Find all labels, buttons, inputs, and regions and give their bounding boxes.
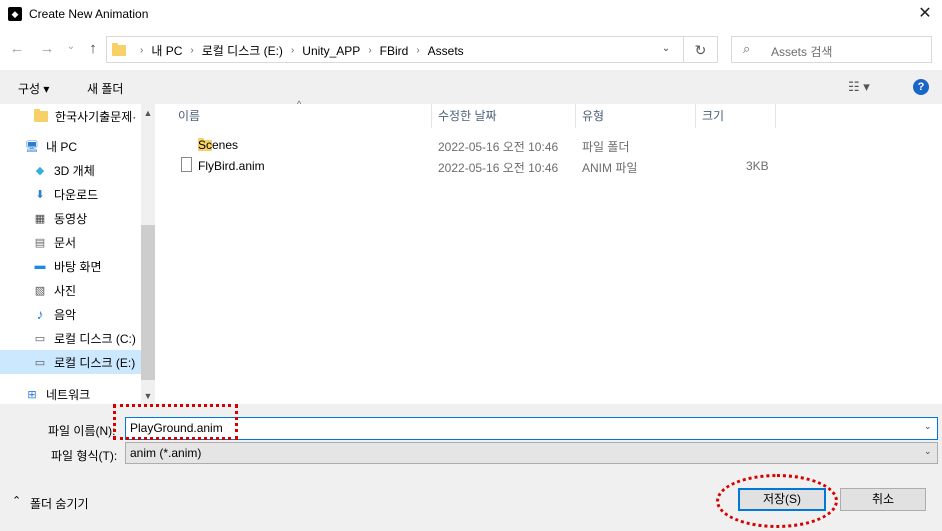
scroll-up-icon[interactable]: ▲	[141, 106, 155, 120]
breadcrumb-item-local-disk-e[interactable]: 로컬 디스크 (E:)	[202, 42, 283, 59]
hide-folders-button[interactable]: 폴더 숨기기	[30, 495, 89, 512]
file-modified: 2022-05-16 오전 10:46	[438, 140, 559, 154]
drive-icon: ▭	[34, 356, 46, 369]
network-icon: ⊞	[27, 388, 37, 401]
sidebar-item-label: 로컬 디스크 (E:)	[54, 355, 136, 370]
folder-icon	[33, 108, 49, 124]
new-folder-button[interactable]: 새 폴더	[87, 80, 123, 97]
sidebar-item-label: 바탕 화면	[54, 259, 102, 274]
cube-icon: ◆	[35, 164, 45, 177]
sidebar-item-3d-objects[interactable]: ◆ 3D 개체	[0, 158, 141, 182]
breadcrumb-separator: ›	[290, 45, 295, 56]
sidebar-item-quick-folder[interactable]: 한국사기출문제·	[0, 104, 141, 128]
recent-locations-chevron-icon[interactable]: ⌄	[62, 38, 80, 56]
file-type: ANIM 파일	[582, 161, 638, 175]
window-title: Create New Animation	[29, 7, 149, 21]
breadcrumb-item-unity-app[interactable]: Unity_APP	[302, 44, 360, 58]
drive-icon: ▭	[34, 332, 46, 345]
picture-icon: ▧	[34, 284, 46, 297]
breadcrumb-separator: ›	[190, 45, 194, 56]
sidebar-item-label: 3D 개체	[54, 163, 95, 178]
desktop-icon: ▬	[34, 260, 46, 272]
file-name: Scenes	[198, 138, 239, 152]
folder-icon	[112, 43, 126, 56]
sidebar-item-desktop[interactable]: ▬ 바탕 화면	[0, 254, 141, 278]
file-modified: 2022-05-16 오전 10:46	[438, 161, 559, 175]
close-icon[interactable]: ✕	[914, 3, 936, 25]
sidebar-item-local-disk-e[interactable]: ▭ 로컬 디스크 (E:)	[0, 350, 141, 374]
breadcrumb-separator: ›	[368, 45, 372, 56]
music-icon: ♪	[36, 306, 44, 322]
cancel-button[interactable]: 취소	[840, 488, 926, 511]
column-header-size[interactable]: 크기	[696, 104, 776, 128]
breadcrumb-separator: ›	[140, 45, 144, 56]
breadcrumb-item-fbird[interactable]: FBird	[380, 44, 409, 58]
sidebar-item-network[interactable]: ⊞ 네트워크	[0, 382, 141, 406]
view-options-icon[interactable]: ☷ ▾	[848, 79, 870, 95]
document-icon: ▤	[34, 236, 46, 249]
filetype-label: 파일 형식(T):	[51, 449, 118, 463]
filetype-select[interactable]: anim (*.anim)	[125, 442, 938, 464]
sidebar-item-label: 사진	[54, 283, 77, 298]
sidebar-item-documents[interactable]: ▤ 문서	[0, 230, 141, 254]
sidebar-scrollbar-thumb[interactable]	[141, 225, 155, 380]
annotation-highlight-ellipse	[716, 474, 838, 528]
file-icon	[181, 157, 192, 172]
sidebar-item-label: 음악	[54, 307, 77, 322]
breadcrumb[interactable]: › 내 PC › 로컬 디스크 (E:) › Unity_APP › FBird…	[132, 42, 464, 59]
breadcrumb-item-my-pc[interactable]: 내 PC	[151, 42, 182, 59]
search-placeholder: Assets 검색	[771, 45, 833, 59]
sidebar-item-my-pc[interactable]: 🖥 내 PC	[0, 134, 141, 158]
column-header-name[interactable]: 이름	[172, 104, 432, 128]
help-icon[interactable]: ?	[913, 79, 929, 95]
breadcrumb-separator: ›	[416, 45, 420, 56]
file-size: 3KB	[746, 159, 769, 173]
filename-dropdown-icon[interactable]: ⌄	[924, 421, 932, 432]
sidebar-item-videos[interactable]: ▦ 동영상	[0, 206, 141, 230]
scroll-down-icon[interactable]: ▼	[141, 389, 155, 403]
sidebar-item-music[interactable]: ♪ 음악	[0, 302, 141, 326]
filename-input[interactable]: PlayGround.anim	[125, 417, 938, 440]
column-header-type[interactable]: 유형	[576, 104, 696, 128]
refresh-icon[interactable]: ↻	[684, 36, 718, 63]
address-dropdown-icon[interactable]: ⌄	[658, 41, 674, 57]
filename-label: 파일 이름(N):	[48, 424, 116, 438]
chevron-up-icon[interactable]: ⌃	[12, 494, 21, 507]
forward-arrow-icon[interactable]: →	[38, 40, 56, 58]
sidebar-item-label: 내 PC	[46, 139, 78, 154]
column-header-modified[interactable]: 수정한 날짜	[432, 104, 576, 128]
sidebar-item-label: 다운로드	[54, 187, 99, 202]
download-icon: ⬇	[35, 188, 45, 201]
sidebar-item-label: 동영상	[54, 211, 88, 226]
search-icon: ⌕	[743, 41, 751, 56]
unity-app-icon: ◆	[8, 7, 22, 21]
sidebar-item-label: 문서	[54, 235, 77, 250]
sidebar-item-label: 한국사기출문제·	[55, 109, 137, 124]
file-type: 파일 폴더	[582, 140, 630, 154]
breadcrumb-item-assets[interactable]: Assets	[428, 44, 464, 58]
command-toolbar	[0, 70, 942, 104]
back-arrow-icon[interactable]: ←	[8, 40, 26, 58]
filetype-dropdown-icon[interactable]: ⌄	[924, 446, 932, 457]
computer-icon: 🖥	[25, 140, 39, 153]
annotation-highlight-box	[113, 404, 238, 440]
sidebar-item-label: 네트워크	[46, 387, 91, 402]
up-arrow-icon[interactable]: ↑	[84, 40, 102, 58]
sidebar-item-downloads[interactable]: ⬇ 다운로드	[0, 182, 141, 206]
film-icon: ▦	[34, 212, 46, 225]
sidebar-item-label: 로컬 디스크 (C:)	[54, 331, 136, 346]
sidebar-item-pictures[interactable]: ▧ 사진	[0, 278, 141, 302]
sidebar-item-local-disk-c[interactable]: ▭ 로컬 디스크 (C:)	[0, 326, 141, 350]
organize-button[interactable]: 구성 ▾	[18, 80, 49, 97]
file-name: FlyBird.anim	[198, 159, 265, 173]
